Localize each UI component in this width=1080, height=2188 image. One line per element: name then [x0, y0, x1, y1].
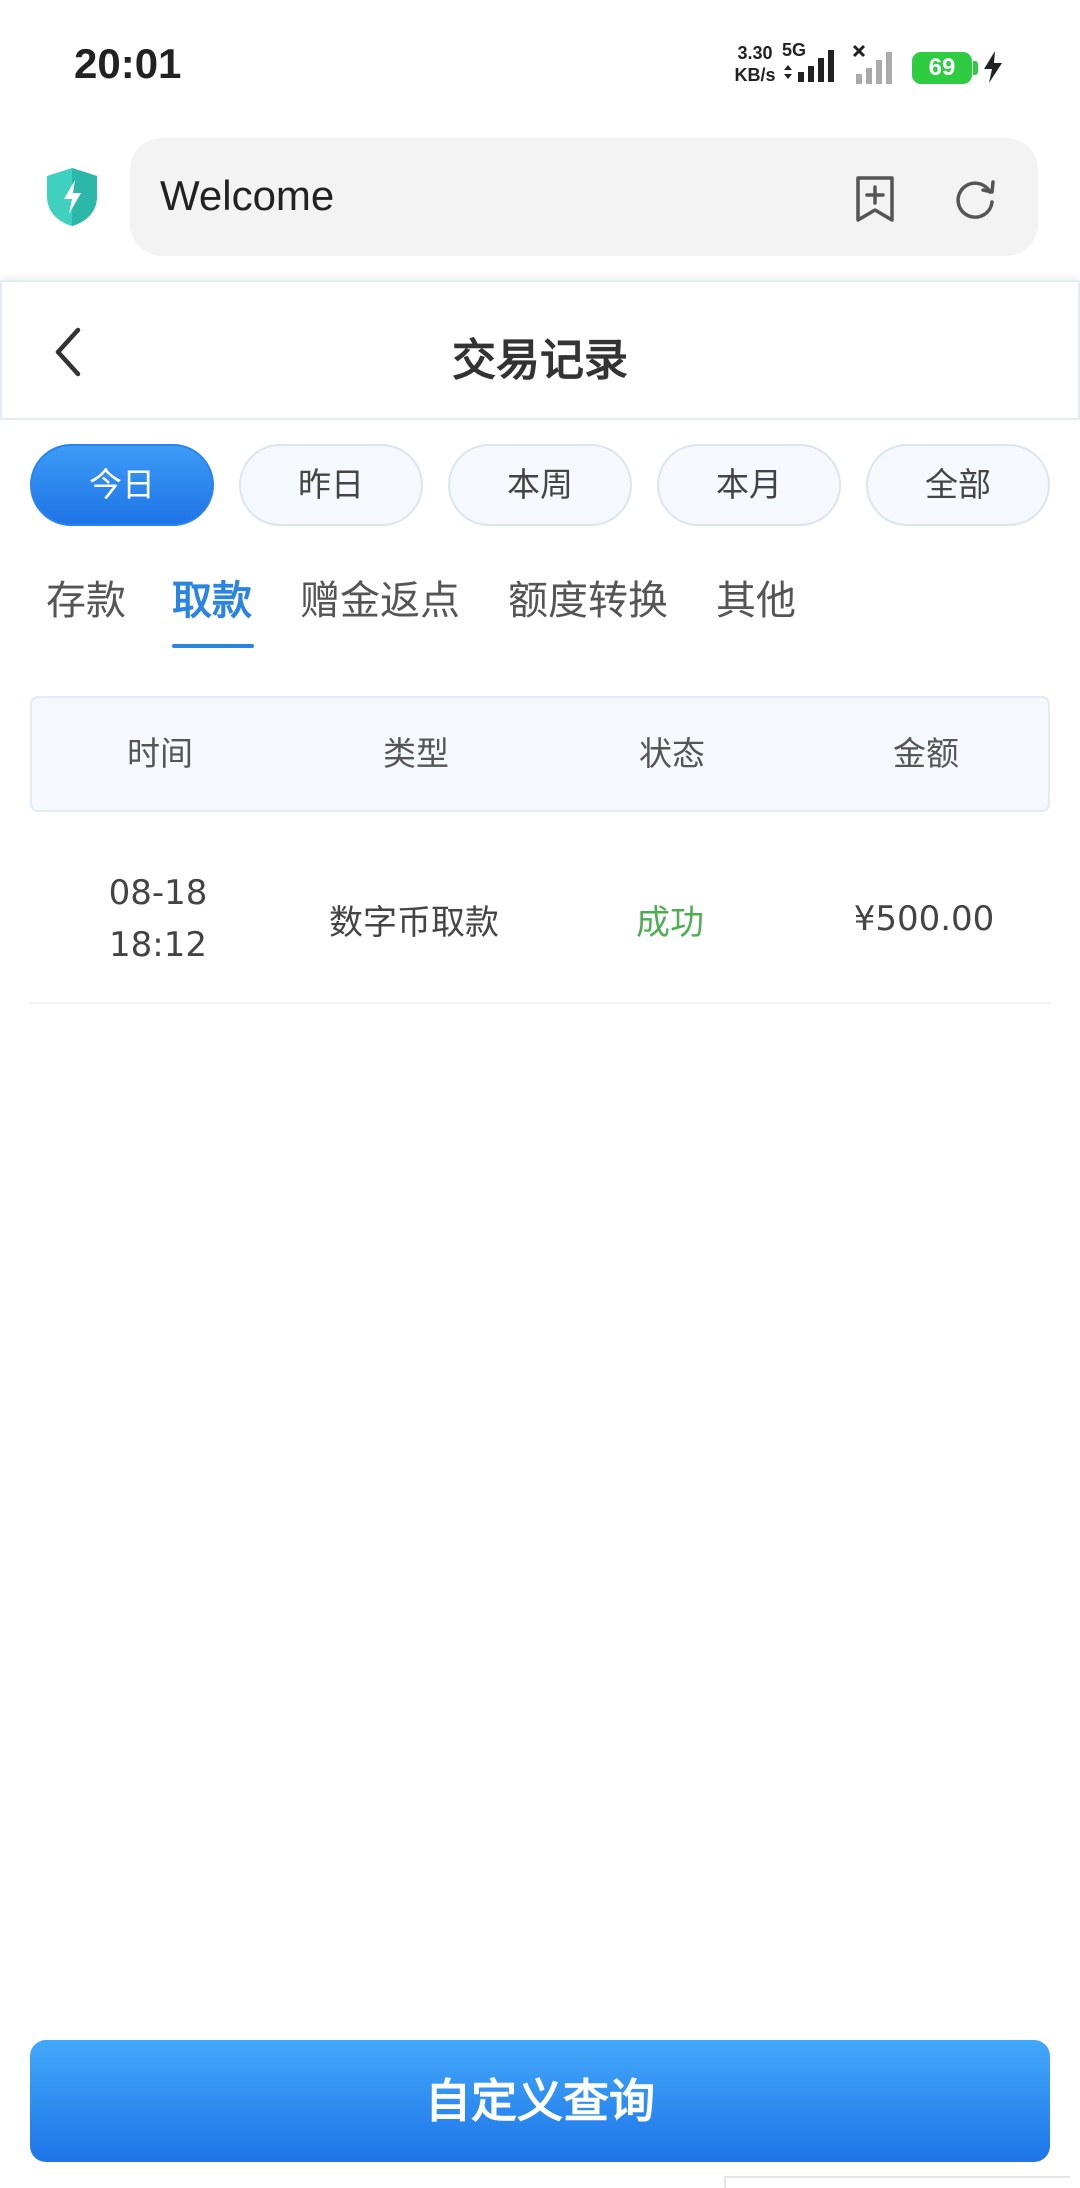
lightning-shield-icon[interactable]	[44, 166, 100, 228]
signal-strength-icon	[784, 50, 834, 82]
bookmark-add-icon[interactable]	[850, 174, 900, 224]
custom-query-button[interactable]: 自定义查询	[30, 2040, 1050, 2162]
row-amount: ¥500.00	[853, 899, 995, 939]
network-speed-value: 3.30	[737, 43, 773, 63]
column-header-type: 类型	[383, 734, 449, 773]
address-bar[interactable]: Welcome	[130, 138, 1038, 256]
tab-withdraw[interactable]: 取款	[172, 568, 252, 648]
active-tab-indicator	[172, 644, 254, 648]
charging-bolt-icon	[984, 51, 1002, 83]
status-bar: 20:01 3.30 KB/s 5G 69	[0, 0, 1080, 130]
column-header-amount: 金额	[893, 734, 959, 773]
column-header-status: 状态	[639, 734, 705, 773]
table-row[interactable]: 08-18 18:12 数字币取款 成功 ¥500.00	[30, 836, 1050, 1004]
tab-credit-transfer[interactable]: 额度转换	[508, 568, 668, 648]
bottom-edge-divider	[724, 2176, 1070, 2188]
table-header: 时间 类型 状态 金额	[30, 696, 1050, 812]
row-date: 08-18	[108, 873, 208, 913]
page-header: 交易记录	[0, 280, 1080, 420]
date-filter-all[interactable]: 全部	[866, 444, 1050, 526]
row-time-cell: 08-18 18:12	[30, 836, 286, 1002]
date-filter-yesterday[interactable]: 昨日	[239, 444, 423, 526]
tab-other[interactable]: 其他	[716, 568, 796, 648]
date-filter-today[interactable]: 今日	[30, 444, 214, 526]
row-type: 数字币取款	[329, 902, 499, 943]
row-status: 成功	[636, 902, 704, 943]
row-time: 18:12	[109, 925, 207, 965]
tab-bonus-rebate[interactable]: 赠金返点	[300, 568, 460, 648]
signal-no-service-icon	[852, 44, 892, 84]
battery-tip	[973, 61, 978, 75]
status-time: 20:01	[74, 40, 182, 87]
battery-icon: 69	[912, 52, 972, 84]
page-title: 交易记录	[452, 335, 628, 386]
refresh-icon[interactable]	[950, 174, 1000, 224]
address-bar-text[interactable]: Welcome	[160, 172, 334, 220]
network-speed: 3.30 KB/s	[729, 42, 781, 86]
column-header-time: 时间	[127, 734, 193, 773]
date-filter-this-month[interactable]: 本月	[657, 444, 841, 526]
tab-deposit[interactable]: 存款	[46, 568, 126, 648]
network-speed-unit: KB/s	[734, 65, 776, 85]
date-filter-this-week[interactable]: 本周	[448, 444, 632, 526]
